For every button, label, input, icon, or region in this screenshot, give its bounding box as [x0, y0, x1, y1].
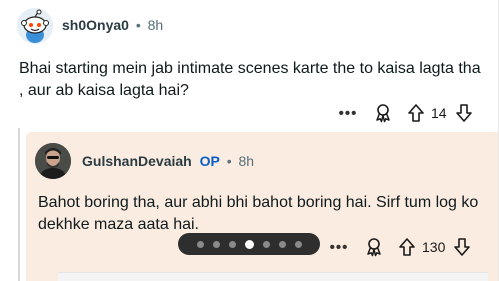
- downvote-arrow-icon: [455, 104, 472, 122]
- award-button[interactable]: [354, 237, 394, 257]
- comment-username[interactable]: sh0Onya0: [62, 17, 129, 33]
- image-pager[interactable]: [178, 233, 320, 255]
- pager-dot-active[interactable]: [244, 239, 254, 249]
- snoo-avatar-icon: [17, 8, 53, 44]
- op-badge: OP: [199, 153, 220, 169]
- reply-username[interactable]: GulshanDevaiah: [82, 153, 192, 169]
- pager-dot[interactable]: [294, 240, 302, 248]
- downvote-button[interactable]: [451, 237, 473, 257]
- vote-count: 14: [431, 105, 447, 121]
- reply-actions: ••• 130: [324, 237, 473, 257]
- pager-dot[interactable]: [228, 240, 236, 248]
- reply-text: Bahot boring tha, aur abhi bhi bahot bor…: [38, 194, 479, 233]
- comment-meta: sh0Onya0 • 8h: [62, 17, 163, 33]
- user-avatar[interactable]: [17, 8, 53, 44]
- more-options-button[interactable]: •••: [333, 105, 363, 122]
- award-icon: [376, 104, 390, 123]
- meta-separator: •: [135, 17, 141, 33]
- more-options-button[interactable]: •••: [324, 239, 354, 256]
- pager-dot[interactable]: [196, 240, 204, 248]
- reply-meta: GulshanDevaiah OP • 8h: [82, 153, 254, 169]
- reply-age: 8h: [238, 153, 255, 169]
- next-reply-card[interactable]: [58, 272, 488, 281]
- pager-dot[interactable]: [262, 240, 270, 248]
- upvote-button[interactable]: [403, 103, 429, 123]
- upvote-arrow-icon: [399, 238, 415, 256]
- thread-line[interactable]: [18, 128, 20, 281]
- pager-dot[interactable]: [278, 240, 286, 248]
- comment-text: Bhai starting mein jab intimate scenes k…: [19, 60, 481, 99]
- vote-count: 130: [422, 239, 446, 255]
- downvote-arrow-icon: [454, 238, 471, 256]
- downvote-button[interactable]: [453, 103, 475, 123]
- meta-separator: •: [226, 153, 232, 169]
- award-icon: [367, 238, 381, 257]
- comment-age: 8h: [147, 17, 164, 33]
- op-avatar[interactable]: [35, 143, 71, 179]
- pager-dot[interactable]: [212, 240, 220, 248]
- comment-thread-view: sh0Onya0 • 8h Bhai starting mein jab int…: [0, 0, 499, 281]
- profile-photo-icon: [35, 143, 71, 179]
- comment-actions: ••• 14: [333, 103, 475, 123]
- upvote-button[interactable]: [394, 237, 420, 257]
- upvote-arrow-icon: [408, 104, 424, 122]
- award-button[interactable]: [363, 103, 403, 123]
